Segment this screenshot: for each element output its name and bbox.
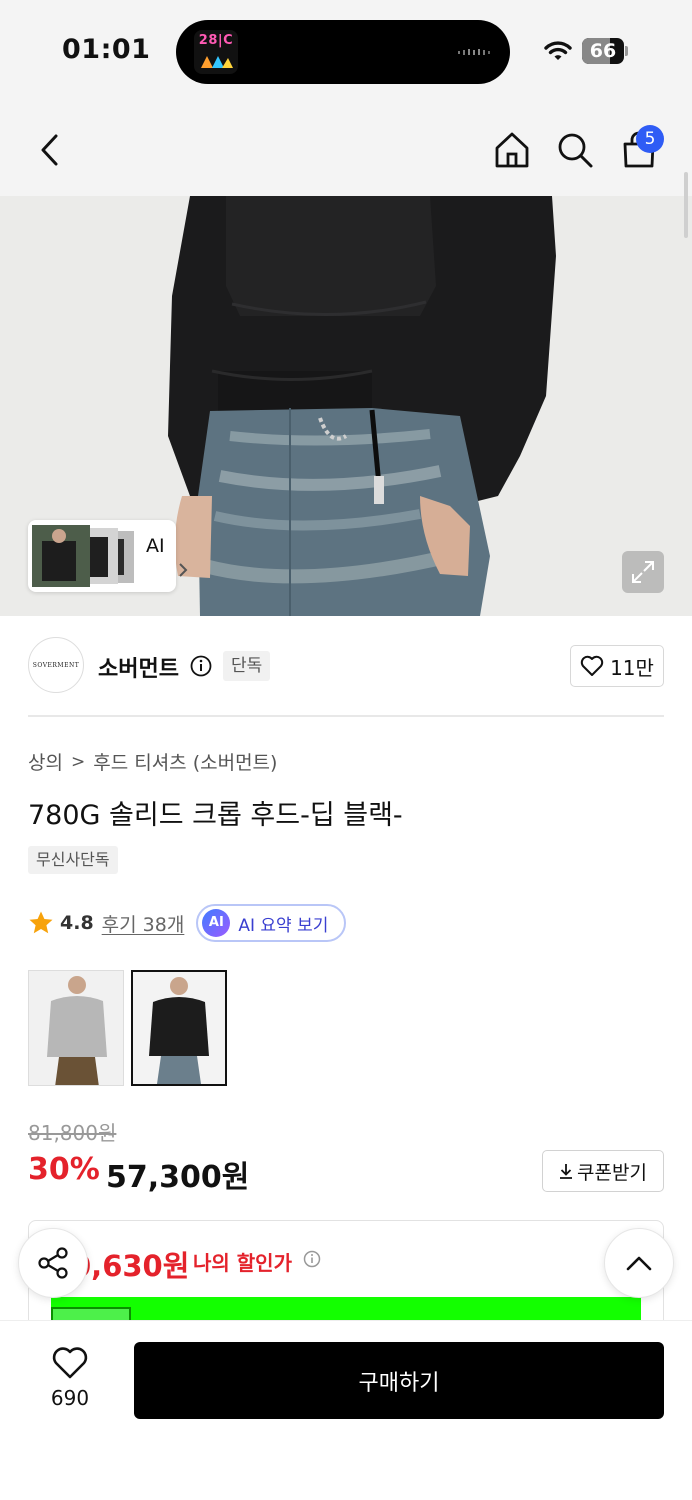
brand-like-count: 11만 <box>610 655 654 680</box>
wishlist-count: 690 <box>50 1386 90 1410</box>
brand-name[interactable]: 소버먼트 <box>98 651 179 683</box>
original-price: 81,800원 <box>28 1121 117 1145</box>
brand-logo[interactable]: SOVERMENT <box>28 637 84 693</box>
rating-row: 4.8 후기 38개 AI AI 요약 보기 <box>28 904 347 942</box>
home-icon <box>495 132 529 168</box>
search-icon <box>558 133 593 168</box>
exclusive-badge: 단독 <box>223 651 271 681</box>
live-activity-label: 28|C <box>198 33 234 48</box>
download-icon <box>560 1164 573 1179</box>
rating-value: 4.8 <box>60 912 94 934</box>
divider <box>28 715 664 717</box>
my-price-label: 나의 할인가 <box>193 1251 292 1275</box>
chevron-up-icon <box>626 1256 652 1271</box>
battery-percentage: 66 <box>589 40 617 62</box>
ai-label: AI <box>146 535 165 557</box>
sale-price: 57,300원 <box>106 1160 250 1195</box>
star-icon <box>29 911 53 934</box>
ai-summary-button[interactable]: AI AI 요약 보기 <box>196 904 347 942</box>
people-icon <box>201 56 233 68</box>
audio-bars-icon <box>458 49 490 55</box>
gray-hoodie-thumbnail <box>29 971 123 1085</box>
buy-button[interactable]: 구매하기 <box>134 1342 664 1419</box>
ai-badge-icon: AI <box>202 909 231 937</box>
back-button[interactable] <box>26 126 74 174</box>
heart-icon <box>580 655 604 676</box>
chevron-left-icon <box>41 134 58 166</box>
color-option-black[interactable] <box>131 970 227 1086</box>
top-nav <box>0 104 692 196</box>
wifi-icon <box>544 41 572 60</box>
brand-like-button[interactable]: 11만 <box>570 645 664 687</box>
live-activity-icon: 28|C <box>194 30 238 74</box>
status-bar: 01:01 28|C 66 <box>0 0 692 104</box>
breadcrumb-separator-icon: > <box>70 751 86 772</box>
brand-logo-text: SOVERMENT <box>32 661 80 669</box>
scroll-top-button[interactable] <box>604 1228 674 1298</box>
exclusive-tag: 무신사단독 <box>28 846 118 874</box>
ai-look-thumbnails <box>32 525 134 587</box>
review-count-link[interactable]: 후기 38개 <box>102 910 185 937</box>
breadcrumb: 상의 > 후드 티셔츠 (소버먼트) <box>28 748 277 775</box>
heart-icon[interactable] <box>52 1346 88 1380</box>
share-button[interactable] <box>18 1228 88 1298</box>
expand-image-button[interactable] <box>622 551 664 593</box>
breadcrumb-category[interactable]: 상의 <box>28 748 63 775</box>
ai-styling-thumbnail[interactable]: AI <box>28 520 188 592</box>
battery-indicator: 66 <box>582 38 628 64</box>
coupon-label: 쿠폰받기 <box>577 1161 647 1184</box>
black-hoodie-thumbnail <box>133 972 225 1084</box>
discount-rate: 30% <box>28 1152 100 1187</box>
breadcrumb-subcategory[interactable]: 후드 티셔츠 (소버먼트) <box>93 748 277 775</box>
share-icon <box>38 1247 68 1279</box>
status-time: 01:01 <box>62 34 151 65</box>
ai-summary-label: AI 요약 보기 <box>238 915 329 936</box>
scroll-indicator <box>684 172 688 238</box>
color-option-gray[interactable] <box>28 970 124 1086</box>
cart-count-badge: 5 <box>636 125 664 153</box>
dynamic-island: 28|C <box>176 20 510 84</box>
product-title: 780G 솔리드 크롭 후드-딥 블랙- <box>28 800 403 831</box>
chevron-right-icon <box>179 563 188 577</box>
my-price-value: 0,630원 <box>71 1249 190 1283</box>
info-icon[interactable] <box>303 1250 321 1268</box>
expand-icon <box>632 561 654 583</box>
coupon-button[interactable]: 쿠폰받기 <box>542 1150 664 1192</box>
info-icon[interactable] <box>190 655 212 677</box>
home-button[interactable] <box>488 126 536 174</box>
search-button[interactable] <box>551 126 599 174</box>
